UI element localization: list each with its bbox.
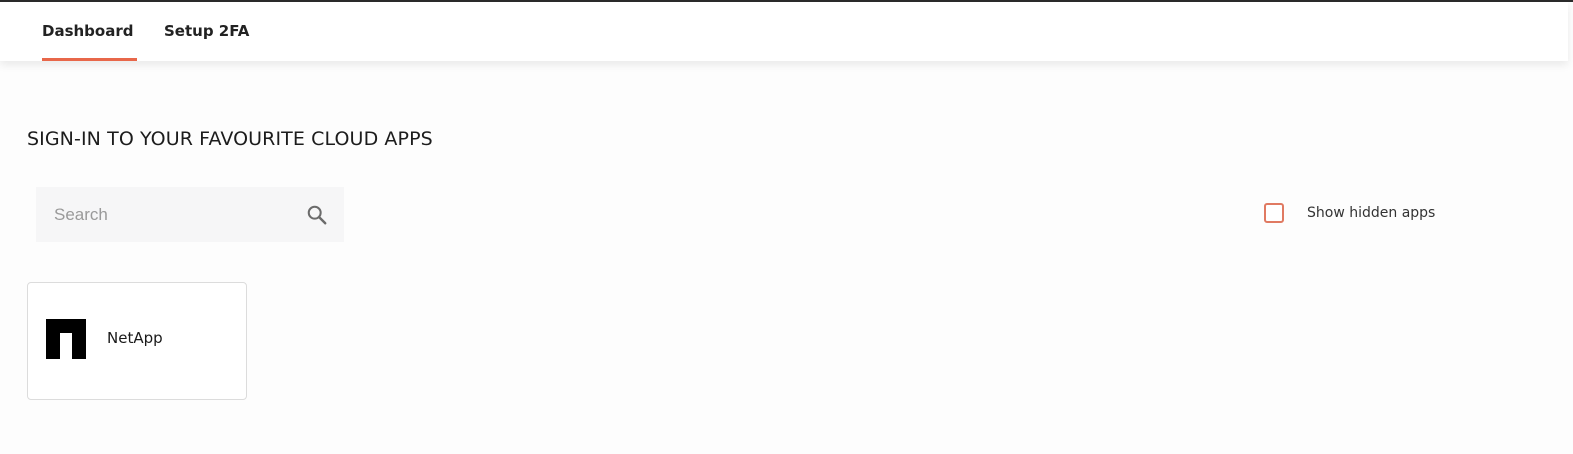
search-input[interactable] — [54, 187, 294, 242]
app-name: NetApp — [107, 329, 163, 347]
tab-setup-2fa[interactable]: Setup 2FA — [164, 2, 249, 61]
netapp-logo-icon — [46, 319, 86, 359]
top-navbar: Dashboard Setup 2FA — [0, 2, 1568, 61]
show-hidden-apps-label: Show hidden apps — [1307, 205, 1436, 221]
show-hidden-apps-toggle[interactable]: Show hidden apps — [1264, 203, 1435, 223]
show-hidden-apps-checkbox[interactable] — [1264, 203, 1284, 223]
page-title: SIGN-IN TO YOUR FAVOURITE CLOUD APPS — [27, 128, 433, 150]
search-icon[interactable] — [306, 204, 328, 226]
tab-dashboard[interactable]: Dashboard — [42, 2, 137, 61]
app-tile-netapp[interactable]: NetApp — [27, 282, 247, 400]
search-box — [36, 187, 344, 242]
